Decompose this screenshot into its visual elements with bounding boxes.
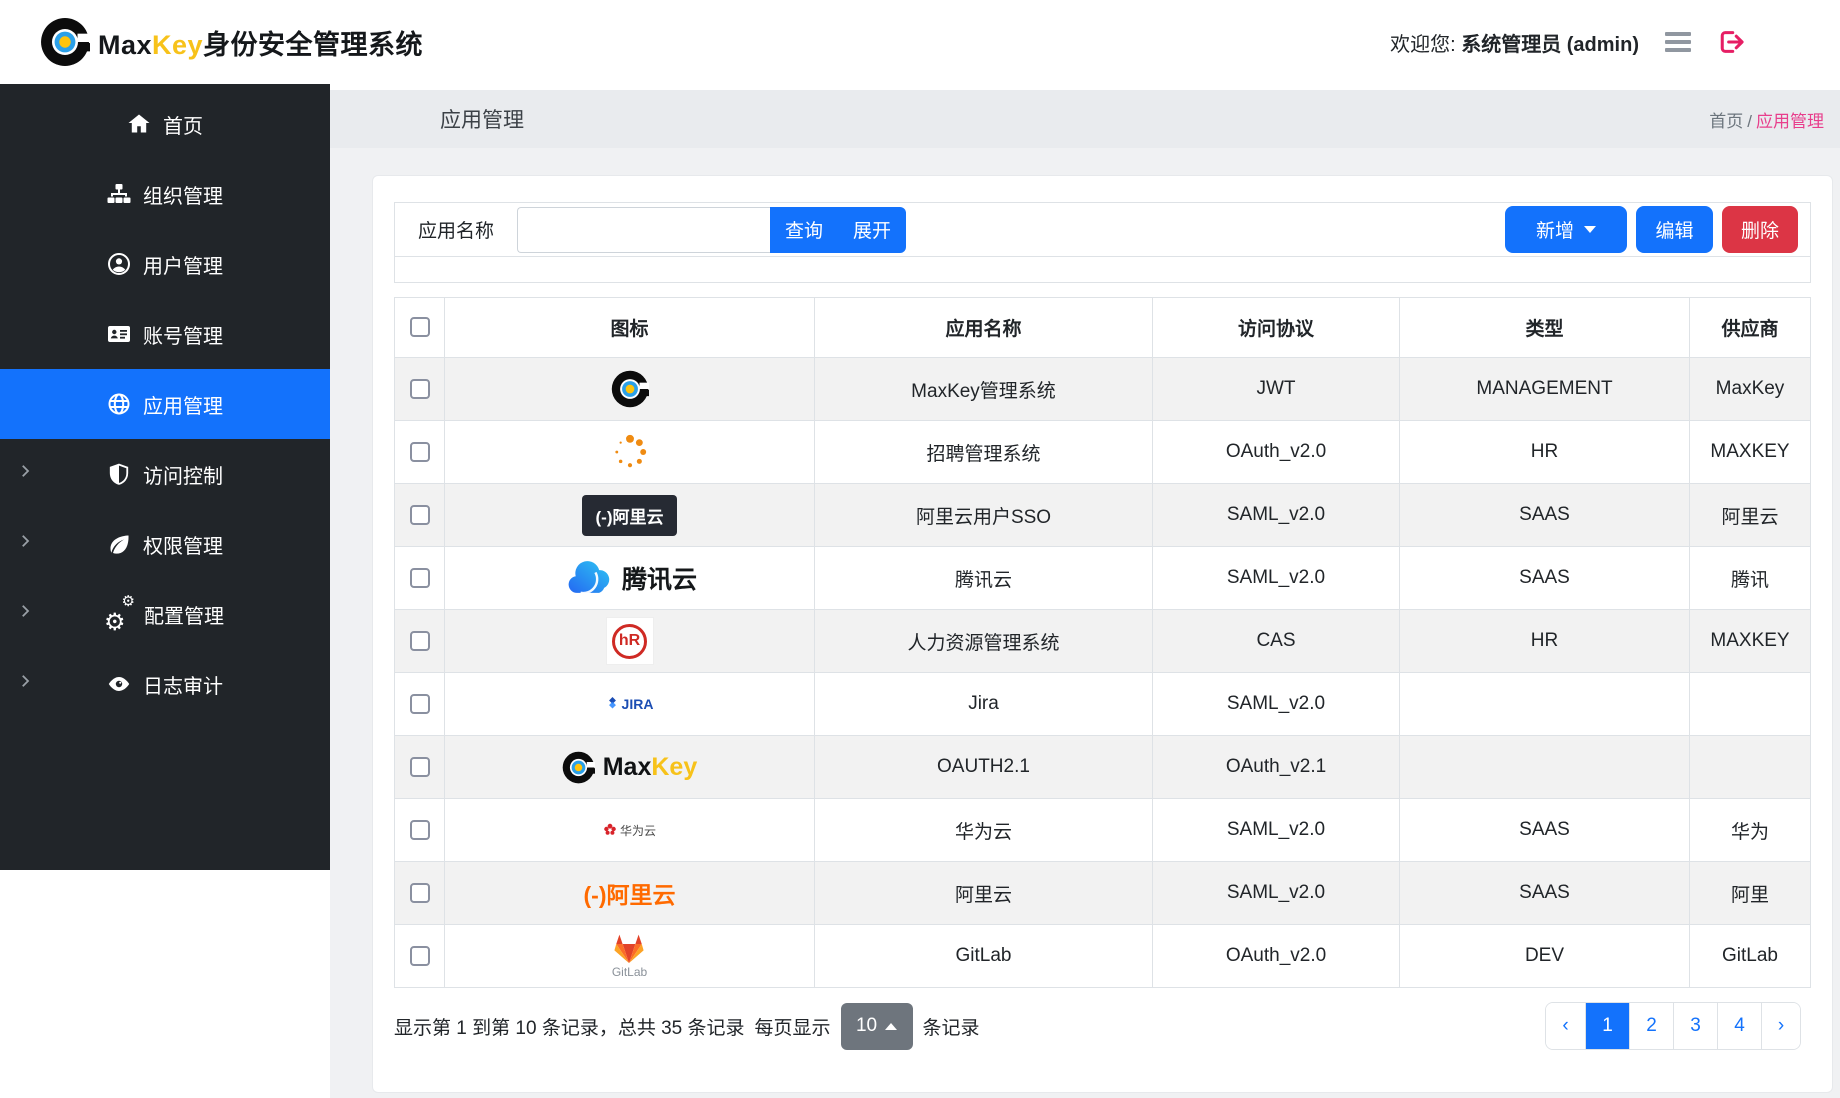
sidebar-item-accounts[interactable]: 账号管理 — [0, 299, 330, 369]
caret-up-icon — [885, 1023, 897, 1030]
pagination-page-2[interactable]: 2 — [1629, 1003, 1673, 1049]
table-row[interactable]: GitLab GitLab OAuth_v2.0 DEV GitLab — [395, 925, 1811, 988]
edit-button[interactable]: 编辑 — [1636, 206, 1713, 253]
column-header-name: 应用名称 — [815, 298, 1153, 358]
chevron-right-icon — [16, 602, 34, 626]
records-suffix: 条记录 — [923, 1013, 980, 1040]
sidebar-item-home[interactable]: 首页 — [0, 89, 330, 159]
sidebar-item-users[interactable]: 用户管理 — [0, 229, 330, 299]
pagination-page-4[interactable]: 4 — [1717, 1003, 1761, 1049]
gitlab-logo: GitLab — [612, 933, 647, 979]
row-checkbox[interactable] — [410, 757, 430, 777]
eye-icon — [107, 672, 131, 696]
menu-toggle-icon[interactable] — [1665, 32, 1691, 52]
content-card: 应用名称 查询 展开 新增 编辑 删除 图标 应用名称 访问协议 — [372, 175, 1833, 1093]
brand: MaxKey身份安全管理系统 — [40, 17, 423, 67]
column-header-vendor: 供应商 — [1690, 298, 1811, 358]
brand-title: MaxKey身份安全管理系统 — [98, 23, 423, 62]
table-row[interactable]: (-)阿里云 阿里云用户SSO SAML_v2.0 SAAS 阿里云 — [395, 484, 1811, 547]
caret-down-icon — [1584, 226, 1596, 233]
row-checkbox[interactable] — [410, 379, 430, 399]
column-header-type: 类型 — [1400, 298, 1690, 358]
pagination-prev-button[interactable]: ‹ — [1546, 1003, 1585, 1049]
chevron-right-icon — [16, 462, 34, 486]
chevron-right-icon — [16, 532, 34, 556]
column-header-icon: 图标 — [445, 298, 815, 358]
huawei-cloud-logo: 华为云 — [603, 822, 656, 839]
chevron-right-icon — [16, 672, 34, 696]
welcome-text: 欢迎您: 系统管理员 (admin) — [1390, 28, 1639, 57]
sidebar-item-org[interactable]: 组织管理 — [0, 159, 330, 229]
select-all-checkbox[interactable] — [410, 317, 430, 337]
globe-icon — [107, 392, 131, 416]
delete-button[interactable]: 删除 — [1722, 206, 1798, 253]
search-panel: 应用名称 查询 展开 新增 编辑 删除 — [394, 202, 1811, 283]
aliyun-orange-logo: (-)阿里云 — [584, 882, 676, 908]
row-checkbox[interactable] — [410, 946, 430, 966]
sidebar-item-apps[interactable]: 应用管理 — [0, 369, 330, 439]
maxkey-wordmark-logo: MaxKey — [445, 751, 814, 784]
table-footer: 显示第 1 到第 10 条记录，总共 35 条记录 每页显示 10 条记录 ‹ … — [394, 1002, 1811, 1050]
row-checkbox[interactable] — [410, 694, 430, 714]
logout-icon[interactable] — [1717, 28, 1745, 56]
table-row[interactable]: (-)阿里云 阿里云 SAML_v2.0 SAAS 阿里 — [395, 862, 1811, 925]
sidebar-item-audit[interactable]: 日志审计 — [0, 649, 330, 719]
page-title: 应用管理 — [440, 104, 524, 134]
pagination-page-1[interactable]: 1 — [1585, 1003, 1629, 1049]
column-header-protocol: 访问协议 — [1153, 298, 1400, 358]
maxkey-logo-icon — [445, 370, 814, 408]
aliyun-dark-logo: (-)阿里云 — [582, 495, 678, 536]
row-checkbox[interactable] — [410, 820, 430, 840]
jira-logo: JIRA — [606, 696, 654, 712]
row-checkbox[interactable] — [410, 883, 430, 903]
leaf-icon — [107, 532, 131, 556]
table-row[interactable]: MaxKey OAUTH2.1 OAuth_v2.1 — [395, 736, 1811, 799]
per-page-label: 每页显示 — [755, 1013, 831, 1040]
table-row[interactable]: 腾讯云 腾讯云 SAML_v2.0 SAAS 腾讯 — [395, 547, 1811, 610]
page-size-select[interactable]: 10 — [841, 1003, 913, 1050]
row-checkbox[interactable] — [410, 631, 430, 651]
sidebar: 首页 组织管理 用户管理 — [0, 84, 330, 870]
row-checkbox[interactable] — [410, 442, 430, 462]
records-summary: 显示第 1 到第 10 条记录，总共 35 条记录 — [394, 1013, 745, 1040]
page-header-bar: 应用管理 首页/应用管理 — [330, 90, 1840, 148]
breadcrumb-home-link[interactable]: 首页 — [1709, 112, 1743, 131]
app-name-search-input[interactable] — [517, 207, 770, 253]
spinner-dots-icon — [445, 430, 814, 474]
table-row[interactable]: JIRA Jira SAML_v2.0 — [395, 673, 1811, 736]
id-card-icon — [107, 322, 131, 346]
home-icon — [127, 112, 151, 136]
table-row[interactable]: MaxKey管理系统 JWT MANAGEMENT MaxKey — [395, 358, 1811, 421]
pagination-page-3[interactable]: 3 — [1673, 1003, 1717, 1049]
pagination: ‹ 1 2 3 4 › — [1545, 1002, 1801, 1050]
sidebar-item-config[interactable]: ⚙⚙ 配置管理 — [0, 579, 330, 649]
sidebar-item-access-control[interactable]: 访问控制 — [0, 439, 330, 509]
current-user: 系统管理员 (admin) — [1461, 34, 1639, 56]
expand-button[interactable]: 展开 — [838, 207, 906, 253]
table-row[interactable]: 华为云 华为云 SAML_v2.0 SAAS 华为 — [395, 799, 1811, 862]
search-label: 应用名称 — [395, 216, 517, 243]
table-row[interactable]: 招聘管理系统 OAuth_v2.0 HR MAXKEY — [395, 421, 1811, 484]
tencent-cloud-logo: 腾讯云 — [445, 559, 814, 597]
sitemap-icon — [107, 182, 131, 206]
table-row[interactable]: hR 人力资源管理系统 CAS HR MAXKEY — [395, 610, 1811, 673]
maxkey-logo-icon — [40, 17, 90, 67]
row-checkbox[interactable] — [410, 505, 430, 525]
query-button[interactable]: 查询 — [770, 207, 838, 253]
row-checkbox[interactable] — [410, 568, 430, 588]
hr-logo: hR — [607, 618, 653, 664]
user-circle-icon — [107, 252, 131, 276]
sidebar-item-permissions[interactable]: 权限管理 — [0, 509, 330, 579]
gears-icon: ⚙⚙ — [106, 601, 132, 627]
pagination-next-button[interactable]: › — [1761, 1003, 1800, 1049]
breadcrumb: 首页/应用管理 — [1709, 107, 1824, 132]
breadcrumb-current: 应用管理 — [1756, 112, 1824, 131]
app-header: MaxKey身份安全管理系统 欢迎您: 系统管理员 (admin) — [0, 0, 1840, 84]
toolbar-spacer — [395, 257, 1810, 282]
add-button[interactable]: 新增 — [1505, 206, 1627, 253]
main-content: 应用管理 首页/应用管理 应用名称 查询 展开 新增 编辑 删除 — [330, 84, 1840, 1098]
apps-table: 图标 应用名称 访问协议 类型 供应商 MaxKey管理系统 JWT MANAG… — [394, 297, 1811, 988]
shield-icon — [107, 462, 131, 486]
